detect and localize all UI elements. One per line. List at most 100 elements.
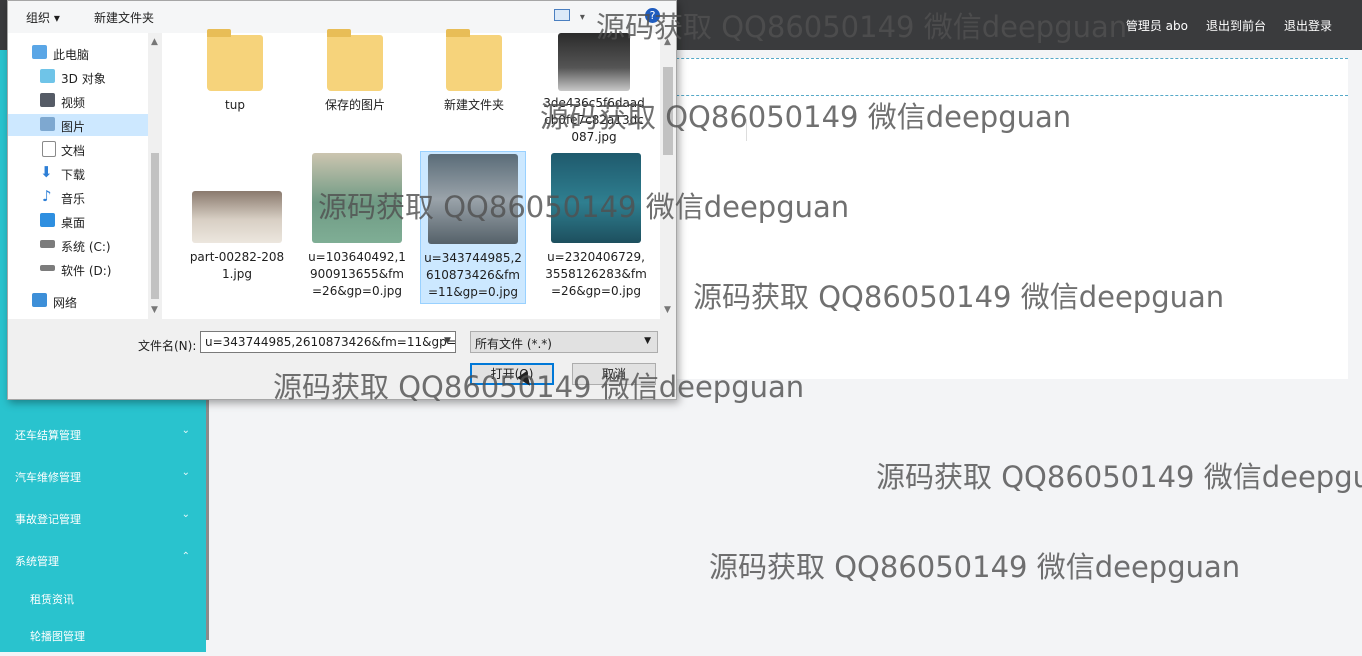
file-item-image[interactable]: part-00282-2081.jpg	[185, 191, 289, 283]
file-list: tup 保存的图片 新建文件夹 3de436c5f6daadcb0fe7c82a…	[163, 29, 660, 319]
file-name: u=103640492,1900913655&fm=26&gp=0.jpg	[308, 250, 406, 298]
help-icon[interactable]: ?	[645, 8, 660, 23]
open-button[interactable]: 打开(O)	[470, 363, 554, 385]
nav-item-documents[interactable]: 文档	[8, 138, 148, 160]
logout-link[interactable]: 退出登录	[1284, 17, 1332, 34]
nav-item-drive-c[interactable]: 系统 (C:)	[8, 234, 148, 256]
sidebar-item-system-management[interactable]: 系统管理 ⌃	[0, 539, 206, 581]
drive-icon	[40, 240, 55, 248]
nav-item-videos[interactable]: 视频	[8, 90, 148, 112]
scroll-down-icon[interactable]: ▼	[151, 305, 158, 315]
image-thumbnail	[558, 33, 630, 91]
chevron-down-icon[interactable]: ▼	[444, 336, 451, 346]
scroll-up-icon[interactable]: ▲	[151, 37, 158, 47]
document-icon	[42, 141, 56, 157]
computer-icon	[32, 45, 47, 59]
filetype-select[interactable]: 所有文件 (*.*) ▼	[470, 331, 658, 353]
nav-item-label: 系统 (C:)	[61, 240, 111, 254]
navigation-pane: 此电脑 3D 对象 视频 图片 文档 ⬇ 下载 ♪ 音乐 桌面 系统 (C:) …	[8, 33, 163, 319]
scroll-thumb[interactable]	[151, 153, 159, 299]
image-thumbnail	[428, 154, 518, 244]
file-item-image[interactable]: u=2320406729,3558126283&fm=26&gp=0.jpg	[544, 153, 648, 300]
nav-scrollbar[interactable]: ▲ ▼	[148, 33, 162, 319]
nav-item-desktop[interactable]: 桌面	[8, 210, 148, 232]
file-item-folder-new-folder[interactable]: 新建文件夹	[422, 29, 526, 114]
scroll-up-icon[interactable]: ▲	[664, 37, 671, 47]
nav-item-label: 软件 (D:)	[61, 264, 112, 278]
nav-item-label: 3D 对象	[61, 72, 106, 86]
nav-item-label: 文档	[61, 144, 86, 158]
nav-item-label: 网络	[53, 296, 78, 310]
pictures-icon	[40, 117, 55, 131]
watermark-text: 源码获取 QQ86050149 微信deepguan	[709, 550, 1241, 584]
file-item-folder-saved-pictures[interactable]: 保存的图片	[303, 29, 407, 114]
download-icon: ⬇	[40, 163, 53, 181]
file-name: u=343744985,2610873426&fm=11&gp=0.jpg	[424, 251, 522, 299]
nav-item-music[interactable]: ♪ 音乐	[8, 186, 148, 208]
form-field-edge	[746, 119, 747, 141]
file-item-folder-tup[interactable]: tup	[183, 29, 287, 114]
file-name: part-00282-2081.jpg	[189, 250, 285, 281]
image-thumbnail	[551, 153, 641, 243]
sidebar-item-accident-registration[interactable]: 事故登记管理 ⌄	[0, 497, 206, 539]
nav-item-label: 图片	[61, 120, 86, 134]
filetype-value: 所有文件 (*.*)	[475, 337, 552, 351]
exit-to-frontend-link[interactable]: 退出到前台	[1206, 17, 1266, 34]
nav-item-label: 此电脑	[53, 48, 90, 62]
file-name: tup	[225, 98, 245, 112]
chevron-down-icon: ⌄	[181, 425, 190, 436]
new-folder-button[interactable]: 新建文件夹	[94, 9, 154, 26]
chevron-down-icon: ⌄	[181, 467, 190, 478]
sidebar-item-label: 轮播图管理	[30, 630, 85, 643]
sidebar-subitem-rental-news[interactable]: 租赁资讯	[0, 577, 206, 619]
network-icon	[32, 293, 47, 307]
sidebar-item-car-repair[interactable]: 汽车维修管理 ⌄	[0, 455, 206, 497]
organize-button[interactable]: 组织 ▾	[26, 9, 60, 26]
filename-input[interactable]: u=343744985,2610873426&fm=11&gp=	[200, 331, 456, 353]
drive-icon	[40, 265, 55, 271]
folder-icon	[327, 29, 383, 91]
sidebar-item-label: 系统管理	[15, 555, 59, 568]
desktop-icon	[40, 213, 55, 227]
chevron-down-icon: ⌄	[181, 509, 190, 520]
admin-user-link[interactable]: 管理员 abo	[1126, 17, 1188, 34]
nav-item-3d-objects[interactable]: 3D 对象	[8, 66, 148, 88]
folder-icon	[207, 29, 263, 91]
scroll-down-icon[interactable]: ▼	[664, 305, 671, 315]
file-list-scrollbar[interactable]: ▲ ▼	[660, 33, 676, 319]
file-item-image[interactable]: 3de436c5f6daadcb0fe7c82a13dc087.jpg	[542, 33, 646, 146]
view-icon	[554, 9, 570, 21]
nav-item-network[interactable]: 网络	[8, 290, 148, 312]
scroll-thumb[interactable]	[663, 67, 673, 155]
filename-label: 文件名(N):	[138, 339, 197, 353]
sidebar-item-return-settlement[interactable]: 还车结算管理 ⌄	[0, 413, 206, 455]
file-name: 新建文件夹	[443, 98, 504, 112]
image-thumbnail	[312, 153, 402, 243]
sidebar-subitem-carousel-management[interactable]: 轮播图管理	[0, 614, 206, 656]
nav-item-this-pc[interactable]: 此电脑	[8, 42, 148, 64]
nav-item-label: 视频	[61, 96, 86, 110]
image-thumbnail	[192, 191, 282, 243]
file-name: 保存的图片	[324, 98, 385, 112]
nav-item-label: 音乐	[61, 192, 86, 206]
sidebar-item-label: 事故登记管理	[15, 513, 81, 526]
file-name: u=2320406729,3558126283&fm=26&gp=0.jpg	[545, 250, 647, 298]
nav-item-label: 下载	[61, 168, 86, 182]
view-options-button[interactable]: ▾	[554, 9, 585, 23]
watermark-text: 源码获取 QQ86050149 微信deepgu	[876, 460, 1362, 494]
cancel-button[interactable]: 取消	[572, 363, 656, 385]
sidebar-item-label: 还车结算管理	[15, 429, 81, 442]
video-icon	[40, 93, 55, 107]
sidebar-item-label: 汽车维修管理	[15, 471, 81, 484]
file-item-image-selected[interactable]: u=343744985,2610873426&fm=11&gp=0.jpg	[420, 151, 526, 304]
file-name: 3de436c5f6daadcb0fe7c82a13dc087.jpg	[543, 96, 645, 144]
top-links: 管理员 abo 退出到前台 退出登录	[1126, 0, 1332, 50]
sidebar-item-label: 租赁资讯	[30, 593, 74, 606]
nav-item-pictures[interactable]: 图片	[8, 114, 148, 136]
nav-item-downloads[interactable]: ⬇ 下载	[8, 162, 148, 184]
file-item-image[interactable]: u=103640492,1900913655&fm=26&gp=0.jpg	[305, 153, 409, 300]
music-icon: ♪	[42, 187, 52, 205]
nav-item-drive-d[interactable]: 软件 (D:)	[8, 258, 148, 280]
file-open-dialog: 组织 ▾ 新建文件夹 ▾ ? 此电脑 3D 对象 视频 图片 文档 ⬇ 下载 ♪…	[7, 0, 677, 400]
chevron-up-icon: ⌃	[181, 551, 190, 562]
